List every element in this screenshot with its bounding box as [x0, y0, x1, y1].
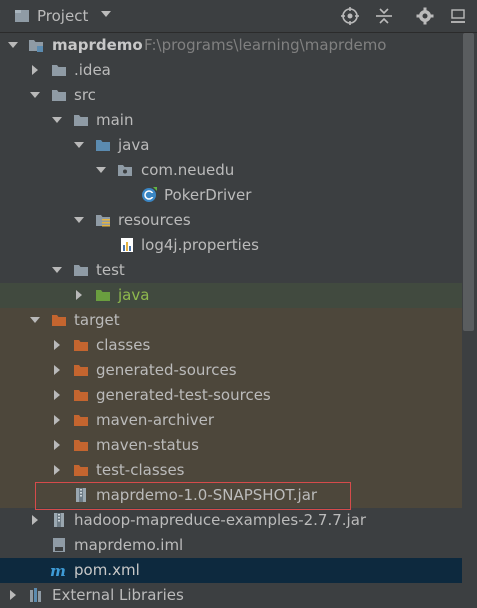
resources-folder-icon	[96, 215, 110, 227]
folder-icon	[74, 115, 88, 126]
tree-item-label: java	[118, 286, 150, 304]
folder-icon	[74, 265, 88, 276]
chevron-down-icon[interactable]	[30, 315, 40, 325]
chevron-down-icon[interactable]	[8, 40, 18, 50]
tree-item-label: resources	[118, 211, 191, 229]
tree-item-label: target	[74, 311, 120, 329]
tree-item-pokerdriver[interactable]: PokerDriver	[0, 183, 462, 208]
excluded-folder-icon	[74, 465, 88, 476]
scrollbar-thumb[interactable]	[463, 33, 474, 331]
tree-item-maven-status[interactable]: maven-status	[0, 433, 462, 458]
chevron-down-icon[interactable]	[96, 165, 106, 175]
tree-item-generated-test-sources[interactable]: generated-test-sources	[0, 383, 462, 408]
chevron-down-icon[interactable]	[74, 215, 84, 225]
project-tree: maprdemo F:\programs\learning\maprdemo .…	[0, 33, 477, 604]
tree-item-label: maven-archiver	[96, 411, 215, 429]
hide-icon[interactable]	[449, 7, 467, 25]
project-path: F:\programs\learning\maprdemo	[144, 36, 387, 54]
chevron-right-icon[interactable]	[52, 415, 62, 425]
folder-icon	[52, 90, 66, 101]
folder-icon	[52, 65, 66, 76]
chevron-right-icon[interactable]	[74, 290, 84, 300]
source-folder-icon	[96, 140, 110, 151]
tree-item-iml[interactable]: maprdemo.iml	[0, 533, 462, 558]
chevron-right-icon[interactable]	[52, 390, 62, 400]
tree-item-java[interactable]: java	[0, 133, 462, 158]
locate-icon[interactable]	[341, 7, 359, 25]
tree-item-main[interactable]: main	[0, 108, 462, 133]
chevron-right-icon[interactable]	[52, 340, 62, 350]
chevron-right-icon[interactable]	[30, 65, 40, 75]
tree-item-idea[interactable]: .idea	[0, 58, 462, 83]
tree-item-classes[interactable]: classes	[0, 333, 462, 358]
chevron-right-icon[interactable]	[52, 440, 62, 450]
tree-item-label: test-classes	[96, 461, 185, 479]
tree-item-maven-archiver[interactable]: maven-archiver	[0, 408, 462, 433]
test-source-folder-icon	[96, 290, 110, 301]
chevron-down-icon[interactable]	[74, 140, 84, 150]
tree-item-label: src	[74, 86, 96, 104]
tree-item-examples-jar[interactable]: hadoop-mapreduce-examples-2.7.7.jar	[0, 508, 462, 533]
tree-item-package[interactable]: com.neuedu	[0, 158, 462, 183]
tree-item-pom[interactable]: m pom.xml	[0, 558, 462, 583]
tree-item-label: generated-test-sources	[96, 386, 271, 404]
tree-item-label: classes	[96, 336, 151, 354]
tree-item-label: pom.xml	[74, 561, 140, 579]
tree-item-maprdemo[interactable]: maprdemo F:\programs\learning\maprdemo	[0, 33, 462, 58]
library-icon	[30, 588, 41, 602]
excluded-folder-icon	[74, 390, 88, 401]
java-class-icon	[142, 187, 157, 202]
chevron-down-icon[interactable]	[101, 11, 111, 19]
chevron-right-icon[interactable]	[30, 515, 40, 525]
module-folder-icon	[29, 40, 43, 52]
project-name: maprdemo	[52, 36, 143, 54]
tree-item-label: log4j.properties	[141, 236, 259, 254]
tree-item-label: java	[118, 136, 150, 154]
tree-item-generated-sources[interactable]: generated-sources	[0, 358, 462, 383]
jar-file-icon	[54, 513, 64, 527]
chevron-down-icon[interactable]	[52, 265, 62, 275]
highlight-annotation-box	[35, 482, 351, 510]
properties-file-icon	[121, 238, 133, 252]
tree-item-src[interactable]: src	[0, 83, 462, 108]
svg-text:m: m	[50, 562, 66, 578]
excluded-folder-icon	[74, 365, 88, 376]
tree-item-label: maprdemo.iml	[74, 536, 184, 554]
tree-item-label: hadoop-mapreduce-examples-2.7.7.jar	[74, 511, 367, 529]
tree-item-label: generated-sources	[96, 361, 237, 379]
project-tool-window-header: Project	[0, 0, 477, 33]
excluded-folder-icon	[74, 340, 88, 351]
settings-icon[interactable]	[416, 7, 434, 25]
tree-item-target[interactable]: target	[0, 308, 462, 333]
tree-item-test[interactable]: test	[0, 258, 462, 283]
package-icon	[118, 165, 132, 176]
chevron-down-icon[interactable]	[30, 90, 40, 100]
project-view-title[interactable]: Project	[37, 7, 88, 25]
tree-item-external-libraries[interactable]: External Libraries	[0, 583, 462, 608]
tree-item-label: maven-status	[96, 436, 199, 454]
chevron-right-icon[interactable]	[52, 465, 62, 475]
tree-item-label: com.neuedu	[141, 161, 235, 179]
tree-item-label: External Libraries	[52, 586, 184, 604]
excluded-folder-icon	[74, 415, 88, 426]
collapse-all-icon[interactable]	[375, 7, 393, 25]
maven-icon: m	[50, 562, 66, 578]
tree-item-resources[interactable]: resources	[0, 208, 462, 233]
tree-item-log4j[interactable]: log4j.properties	[0, 233, 462, 258]
module-file-icon	[53, 538, 65, 552]
project-view-icon	[15, 10, 29, 22]
tree-item-test-classes[interactable]: test-classes	[0, 458, 462, 483]
excluded-folder-icon	[52, 315, 66, 326]
excluded-folder-icon	[74, 440, 88, 451]
tree-item-label: .idea	[74, 61, 111, 79]
tree-item-label: main	[96, 111, 134, 129]
tree-item-label: PokerDriver	[164, 186, 252, 204]
tree-item-test-java[interactable]: java	[0, 283, 462, 308]
chevron-down-icon[interactable]	[52, 115, 62, 125]
vertical-scrollbar[interactable]	[463, 33, 474, 333]
tree-item-label: test	[96, 261, 125, 279]
chevron-right-icon[interactable]	[52, 365, 62, 375]
